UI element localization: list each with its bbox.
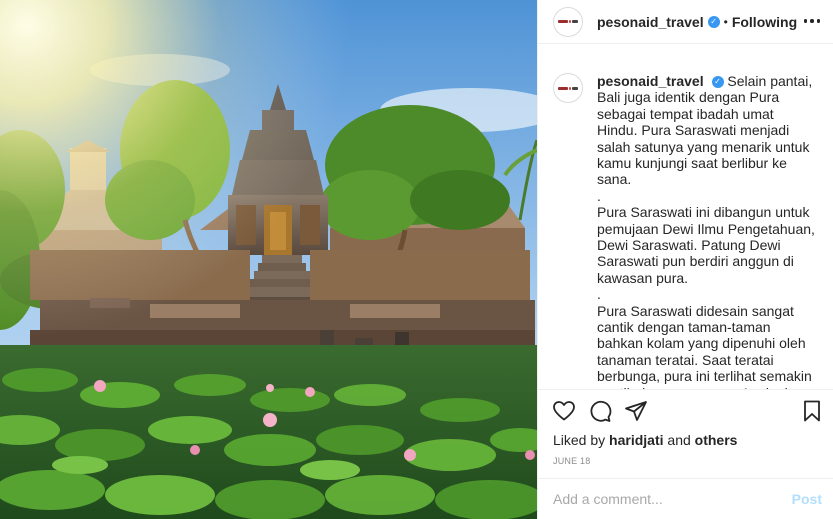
comments-area[interactable]: pesonaid_travel ✓ Selain pantai, Bali ju… [538, 59, 833, 389]
post-date[interactable]: JUNE 18 [553, 456, 590, 466]
likes-joiner: and [667, 432, 691, 448]
post-details-panel: pesonaid_travel ✓ • Following pesonaid_t… [537, 0, 833, 519]
caption-paragraph-3: Pura Saraswati didesain sangat cantik de… [597, 302, 812, 389]
likes-summary: Liked by haridjati and others [553, 432, 737, 448]
heart-icon[interactable] [552, 399, 576, 423]
action-bar [538, 389, 833, 433]
caption-text: pesonaid_travel ✓ Selain pantai, Bali ju… [597, 73, 818, 389]
verified-badge-icon: ✓ [711, 76, 724, 89]
likes-user-link[interactable]: haridjati [609, 432, 663, 448]
temple-photo-illustration [0, 0, 537, 519]
verified-badge-icon: ✓ [707, 15, 720, 28]
header-separator: • [723, 14, 728, 29]
brand-logo-icon [558, 84, 578, 92]
bookmark-icon[interactable] [800, 399, 824, 423]
caption-comment: pesonaid_travel ✓ Selain pantai, Bali ju… [553, 73, 818, 389]
post-header: pesonaid_travel ✓ • Following [538, 0, 833, 44]
more-options-icon[interactable] [802, 11, 822, 31]
header-username[interactable]: pesonaid_travel [597, 14, 704, 30]
likes-others-link[interactable]: others [695, 432, 738, 448]
share-icon[interactable] [624, 399, 648, 423]
post-comment-button[interactable]: Post [792, 491, 822, 507]
likes-prefix: Liked by [553, 432, 606, 448]
brand-logo-icon [558, 18, 578, 26]
caption-username[interactable]: pesonaid_travel [597, 73, 704, 89]
avatar[interactable] [553, 6, 583, 37]
caption-paragraph-1: Selain pantai, Bali juga identik dengan … [597, 73, 813, 188]
following-button[interactable]: Following [732, 14, 797, 30]
post-photo[interactable] [0, 0, 537, 519]
caption-dot-2: . [597, 286, 601, 303]
caption-avatar[interactable] [553, 73, 583, 103]
comment-icon[interactable] [588, 399, 612, 423]
caption-paragraph-2: Pura Saraswati ini dibangun untuk pemuja… [597, 204, 815, 286]
caption-dot-1: . [597, 187, 601, 204]
add-comment-bar: Add a comment... Post [538, 478, 833, 519]
comment-input[interactable]: Add a comment... [553, 491, 663, 507]
